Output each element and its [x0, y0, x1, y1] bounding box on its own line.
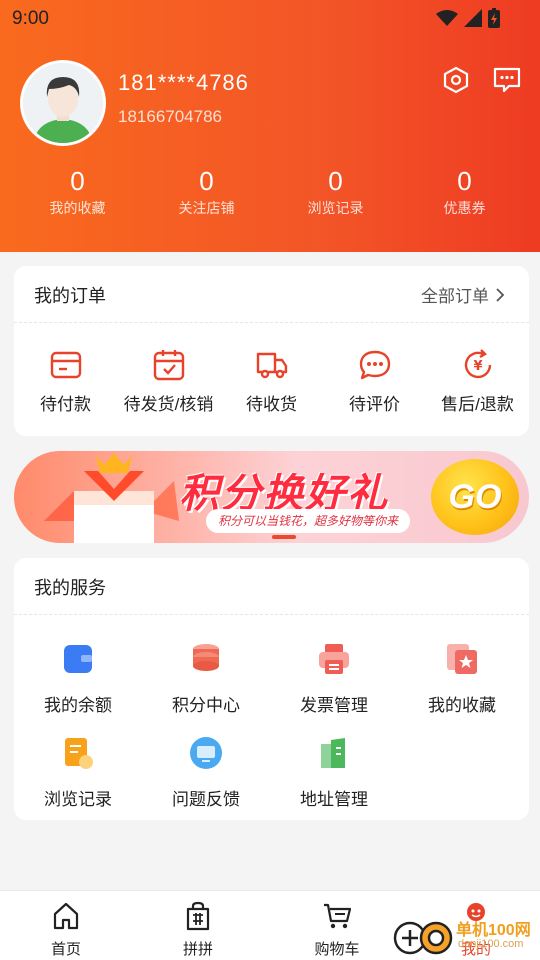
signal-icon — [464, 9, 482, 27]
service-label: 发票管理 — [300, 696, 368, 715]
status-icons — [436, 8, 500, 28]
service-points-center[interactable]: 积分中心 — [142, 642, 270, 716]
feedback-icon — [190, 737, 222, 769]
truck-icon — [255, 348, 289, 382]
service-feedback[interactable]: 问题反馈 — [142, 736, 270, 810]
service-label: 问题反馈 — [172, 790, 240, 809]
avatar[interactable] — [20, 60, 106, 146]
stat-value: 0 — [328, 166, 343, 196]
message-icon — [493, 67, 521, 93]
order-label: 售后/退款 — [441, 395, 514, 414]
tab-label: 拼拼 — [182, 941, 213, 958]
points-exchange-banner[interactable]: 积分换好礼 积分可以当钱花，超多好物等你来 GO — [14, 451, 529, 543]
watermark-url: danji100.com — [458, 938, 524, 950]
chat-bubble-icon — [358, 348, 392, 382]
service-label: 浏览记录 — [44, 790, 112, 809]
message-button[interactable] — [491, 64, 523, 96]
site-watermark: 单机100网 danji100.com — [392, 912, 540, 960]
stat-value: 0 — [457, 166, 472, 196]
stat-label: 浏览记录 — [307, 200, 364, 216]
stat-favorites[interactable]: 0 我的收藏 — [13, 166, 142, 218]
calendar-check-icon — [152, 348, 186, 382]
masked-phone: 181****4786 — [118, 70, 249, 95]
order-label: 待付款 — [40, 395, 91, 414]
orders-title: 我的订单 — [34, 286, 106, 306]
orders-card: 我的订单 全部订单 待付款 待发货/核销 待收货 待评价 ¥ 售后/退款 — [14, 266, 529, 436]
order-label: 待评价 — [349, 395, 400, 414]
points-icon — [193, 644, 219, 671]
stat-label: 关注店铺 — [178, 200, 235, 216]
service-label: 我的余额 — [44, 696, 112, 715]
status-time: 9:00 — [12, 8, 49, 29]
tab-cart[interactable]: 购物车 — [292, 901, 382, 959]
stat-followed-shops[interactable]: 0 关注店铺 — [142, 166, 271, 218]
settings-hexagon-icon — [443, 66, 469, 94]
go-label: GO — [448, 477, 502, 516]
stat-value: 0 — [70, 166, 85, 196]
tab-label: 首页 — [50, 941, 81, 958]
home-icon — [53, 902, 79, 930]
order-label: 待收货 — [246, 395, 297, 414]
divider — [14, 614, 529, 615]
service-browse-history[interactable]: 浏览记录 — [14, 736, 142, 810]
service-invoice[interactable]: 发票管理 — [270, 642, 398, 716]
watermark-logo-icon — [393, 921, 453, 955]
order-pending-receipt[interactable]: 待收货 — [220, 348, 323, 415]
banner-indicator — [272, 535, 296, 539]
profile-header: 9:00 181****4786 18166704786 0 我的收藏 0 关注… — [0, 0, 540, 252]
favorite-icon — [447, 644, 477, 674]
tab-group-buy[interactable]: 拼拼 — [153, 901, 243, 959]
group-buy-icon — [186, 901, 210, 931]
refund-icon: ¥ — [461, 348, 495, 382]
divider — [14, 322, 529, 323]
svg-text:¥: ¥ — [473, 359, 482, 374]
wifi-icon — [436, 10, 458, 26]
order-pending-payment[interactable]: 待付款 — [14, 348, 117, 415]
services-title: 我的服务 — [34, 578, 106, 598]
banner-go-button[interactable]: GO — [431, 459, 519, 535]
tab-label: 购物车 — [314, 941, 360, 958]
all-orders-label: 全部订单 — [421, 287, 489, 306]
chevron-right-icon — [496, 287, 505, 302]
order-pending-shipment[interactable]: 待发货/核销 — [117, 348, 220, 415]
stat-label: 优惠券 — [443, 200, 486, 216]
tab-home[interactable]: 首页 — [21, 901, 111, 959]
order-after-sales[interactable]: ¥ 售后/退款 — [426, 348, 529, 415]
service-label: 积分中心 — [172, 696, 240, 715]
phone-number: 18166704786 — [118, 107, 223, 126]
service-address[interactable]: 地址管理 — [270, 736, 398, 810]
order-pending-review[interactable]: 待评价 — [323, 348, 426, 415]
stat-browse-history[interactable]: 0 浏览记录 — [271, 166, 400, 218]
all-orders-link[interactable]: 全部订单 — [421, 282, 505, 307]
gift-box-icon — [44, 453, 179, 543]
service-balance[interactable]: 我的余额 — [14, 642, 142, 716]
services-card: 我的服务 我的余额 积分中心 发票管理 我的收藏 浏览记录 问题反馈 地址管理 — [14, 558, 529, 820]
default-avatar-icon — [23, 63, 103, 143]
cart-icon — [324, 903, 352, 929]
service-label: 地址管理 — [300, 790, 368, 809]
stat-coupons[interactable]: 0 优惠券 — [400, 166, 529, 218]
history-icon — [65, 738, 93, 769]
order-label: 待发货/核销 — [123, 395, 214, 414]
battery-icon — [488, 8, 500, 28]
stat-label: 我的收藏 — [49, 200, 106, 216]
wallet-icon — [49, 348, 83, 382]
stat-value: 0 — [199, 166, 214, 196]
settings-button[interactable] — [440, 64, 472, 96]
invoice-icon — [319, 644, 349, 674]
address-icon — [321, 738, 345, 768]
banner-subtitle: 积分可以当钱花，超多好物等你来 — [206, 509, 411, 533]
balance-icon — [64, 645, 92, 673]
service-favorites[interactable]: 我的收藏 — [398, 642, 526, 716]
status-bar: 9:00 — [0, 0, 540, 36]
service-label: 我的收藏 — [428, 696, 496, 715]
watermark-text: 单机100网 — [456, 922, 531, 939]
